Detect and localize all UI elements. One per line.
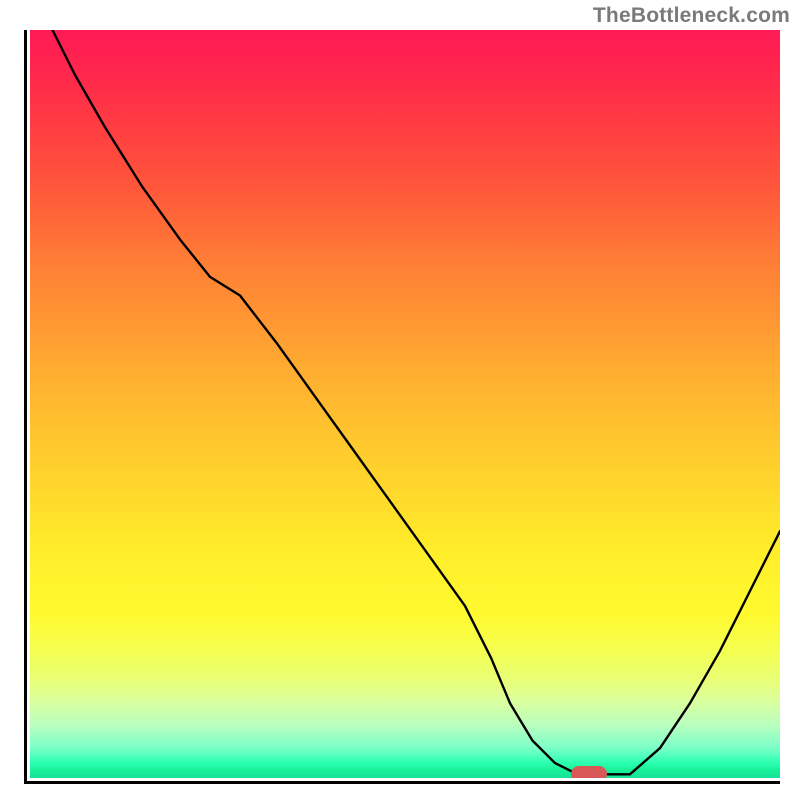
attribution-text: TheBottleneck.com xyxy=(593,4,790,28)
chart-container: TheBottleneck.com xyxy=(0,0,800,800)
plot-area xyxy=(30,30,780,778)
background-gradient xyxy=(30,30,780,778)
optimal-point-marker xyxy=(571,766,607,778)
plot-frame xyxy=(24,30,780,784)
